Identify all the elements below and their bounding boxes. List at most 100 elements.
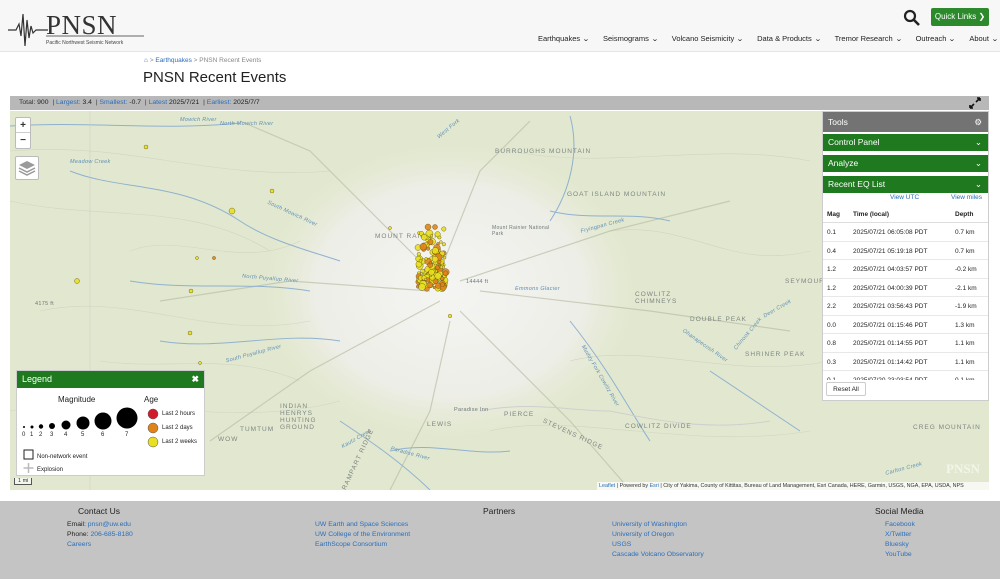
- earthquake-marker[interactable]: [424, 257, 428, 261]
- earthquake-marker[interactable]: [448, 313, 453, 318]
- earthquake-marker[interactable]: [419, 243, 427, 251]
- analyze-section[interactable]: Analyze ⌄: [823, 155, 988, 172]
- leaflet-link[interactable]: Leaflet: [599, 483, 615, 489]
- col-time[interactable]: Time (local): [853, 211, 889, 218]
- partner-link[interactable]: University of Oregon: [612, 531, 674, 538]
- reset-all-button[interactable]: Reset All: [826, 382, 866, 396]
- col-mag[interactable]: Mag: [827, 211, 840, 218]
- earthquake-marker[interactable]: [431, 247, 439, 255]
- earthquake-marker[interactable]: [420, 271, 423, 275]
- eq-table-body[interactable]: 0.1 2025/07/21 06:05:08 PDT 0.7 km 0.4 2025/…: [823, 223, 988, 380]
- earthquake-marker[interactable]: [143, 144, 149, 150]
- chevron-down-icon: ⌄: [736, 35, 745, 43]
- earthquake-marker[interactable]: [421, 233, 428, 241]
- eq-table-row[interactable]: 0.3 2025/07/21 01:14:42 PDT 1.1 km: [823, 353, 988, 371]
- eq-table-row[interactable]: 2.2 2025/07/21 03:56:43 PDT -1.9 km: [823, 297, 988, 316]
- social-link[interactable]: YouTube: [885, 551, 912, 558]
- earthquake-marker[interactable]: [426, 246, 431, 251]
- home-icon[interactable]: ⌂: [144, 57, 148, 64]
- zoom-out-button[interactable]: −: [16, 133, 30, 148]
- nav-volcano-seismicity[interactable]: Volcano Seismicity ⌄: [672, 34, 745, 43]
- social-link[interactable]: Facebook: [885, 521, 915, 528]
- legend-panel: Legend ✖ Magnitude Age 0 1 2 3 4 5 6 7 L…: [16, 370, 205, 476]
- earthquake-marker[interactable]: [439, 240, 443, 244]
- eq-table-row[interactable]: 0.1 2025/07/21 06:05:08 PDT 0.7 km: [823, 223, 988, 242]
- nav-tremor-research[interactable]: Tremor Research ⌄: [835, 34, 903, 43]
- earthquake-marker[interactable]: [434, 272, 442, 280]
- view-miles-link[interactable]: View miles: [951, 194, 982, 201]
- eq-table-row[interactable]: 1.2 2025/07/21 04:00:39 PDT -2.1 km: [823, 279, 988, 297]
- earthquake-marker[interactable]: [435, 265, 440, 270]
- partner-link[interactable]: Cascade Volcano Observatory: [612, 551, 704, 558]
- earthquake-marker[interactable]: [418, 283, 426, 291]
- chevron-down-icon: ⌄: [813, 35, 822, 43]
- esri-link[interactable]: Esri: [650, 483, 659, 489]
- pnsn-logo[interactable]: PNSN Pacific Northwest Seismic Network: [8, 6, 144, 50]
- eq-table-row[interactable]: 1.2 2025/07/21 04:03:57 PDT -0.2 km: [823, 260, 988, 279]
- earthquake-marker[interactable]: [418, 259, 423, 263]
- earthquake-marker[interactable]: [228, 207, 236, 215]
- eq-mag: 0.1: [827, 377, 836, 380]
- nav-seismograms[interactable]: Seismograms ⌄: [603, 34, 659, 43]
- earthquake-marker[interactable]: [188, 288, 194, 294]
- earthquake-marker[interactable]: [441, 226, 447, 232]
- pnsn-watermark: PNSN: [946, 461, 980, 476]
- earthquake-marker[interactable]: [416, 252, 421, 257]
- control-panel-section[interactable]: Control Panel ⌄: [823, 134, 988, 151]
- earthquake-marker[interactable]: [424, 277, 428, 281]
- nav-data-products[interactable]: Data & Products ⌄: [757, 34, 822, 43]
- earthquake-marker[interactable]: [442, 270, 449, 277]
- social-link[interactable]: X/Twitter: [885, 531, 911, 538]
- earthquake-marker[interactable]: [435, 282, 442, 289]
- earthquake-marker[interactable]: [432, 224, 438, 230]
- eq-table-row[interactable]: 0.8 2025/07/21 01:14:55 PDT 1.1 km: [823, 334, 988, 353]
- nav-outreach[interactable]: Outreach ⌄: [916, 34, 957, 43]
- earthquake-marker[interactable]: [424, 223, 432, 231]
- zoom-in-button[interactable]: +: [16, 118, 30, 133]
- fullscreen-icon[interactable]: [969, 97, 981, 109]
- earthquake-marker[interactable]: [428, 269, 435, 276]
- earthquake-marker[interactable]: [212, 256, 216, 260]
- partner-link[interactable]: University of Washington: [612, 521, 687, 528]
- gear-icon[interactable]: ⚙: [974, 112, 982, 132]
- earthquake-marker[interactable]: [74, 278, 80, 284]
- eq-table-row[interactable]: 0.1 2025/07/20 23:03:54 PDT 0.1 km: [823, 371, 988, 380]
- social-link[interactable]: Bluesky: [885, 541, 909, 548]
- earthquake-marker[interactable]: [428, 261, 432, 265]
- breadcrumb-earthquakes[interactable]: Earthquakes: [155, 57, 192, 64]
- layers-icon[interactable]: [15, 156, 39, 180]
- earthquake-marker[interactable]: [198, 361, 202, 365]
- earthquake-marker[interactable]: [440, 282, 445, 287]
- earthquake-marker[interactable]: [430, 234, 434, 238]
- earthquake-marker[interactable]: [269, 188, 275, 194]
- view-utc-link[interactable]: View UTC: [890, 194, 919, 201]
- nav-about[interactable]: About ⌄: [969, 34, 998, 43]
- eq-table-row[interactable]: 0.0 2025/07/21 01:15:46 PDT 1.3 km: [823, 316, 988, 334]
- eq-mag: 0.3: [827, 358, 837, 366]
- phone-link[interactable]: 206-685-8180: [90, 531, 132, 538]
- earthquake-marker[interactable]: [427, 239, 434, 245]
- recent-eq-list-section[interactable]: Recent EQ List ⌄: [823, 176, 988, 193]
- partner-link[interactable]: UW Earth and Space Sciences: [315, 521, 408, 528]
- nav-earthquakes[interactable]: Earthquakes ⌄: [538, 34, 590, 43]
- earthquake-marker[interactable]: [195, 256, 199, 260]
- careers-link[interactable]: Careers: [67, 541, 91, 548]
- email-label: Email:: [67, 521, 86, 528]
- eq-table-row[interactable]: 0.4 2025/07/21 05:19:18 PDT 0.7 km: [823, 242, 988, 260]
- quick-links-button[interactable]: Quick Links ❯: [931, 8, 989, 26]
- col-depth[interactable]: Depth: [955, 211, 973, 218]
- earthquake-marker[interactable]: [431, 255, 439, 263]
- earthquake-marker[interactable]: [441, 242, 446, 247]
- earthquake-marker[interactable]: [439, 265, 444, 269]
- partner-link[interactable]: UW College of the Environment: [315, 531, 410, 538]
- earthquake-marker[interactable]: [187, 330, 193, 336]
- email-link[interactable]: pnsn@uw.edu: [88, 521, 131, 528]
- earthquake-marker[interactable]: [443, 256, 447, 260]
- earthquake-marker[interactable]: [388, 226, 392, 230]
- partner-link[interactable]: EarthScope Consortium: [315, 541, 387, 548]
- search-icon[interactable]: [903, 9, 921, 27]
- tools-header[interactable]: Tools ⚙: [823, 112, 988, 132]
- earthquake-marker[interactable]: [434, 231, 441, 238]
- partner-link[interactable]: USGS: [612, 541, 631, 548]
- eq-depth: -2.1 km: [955, 284, 977, 292]
